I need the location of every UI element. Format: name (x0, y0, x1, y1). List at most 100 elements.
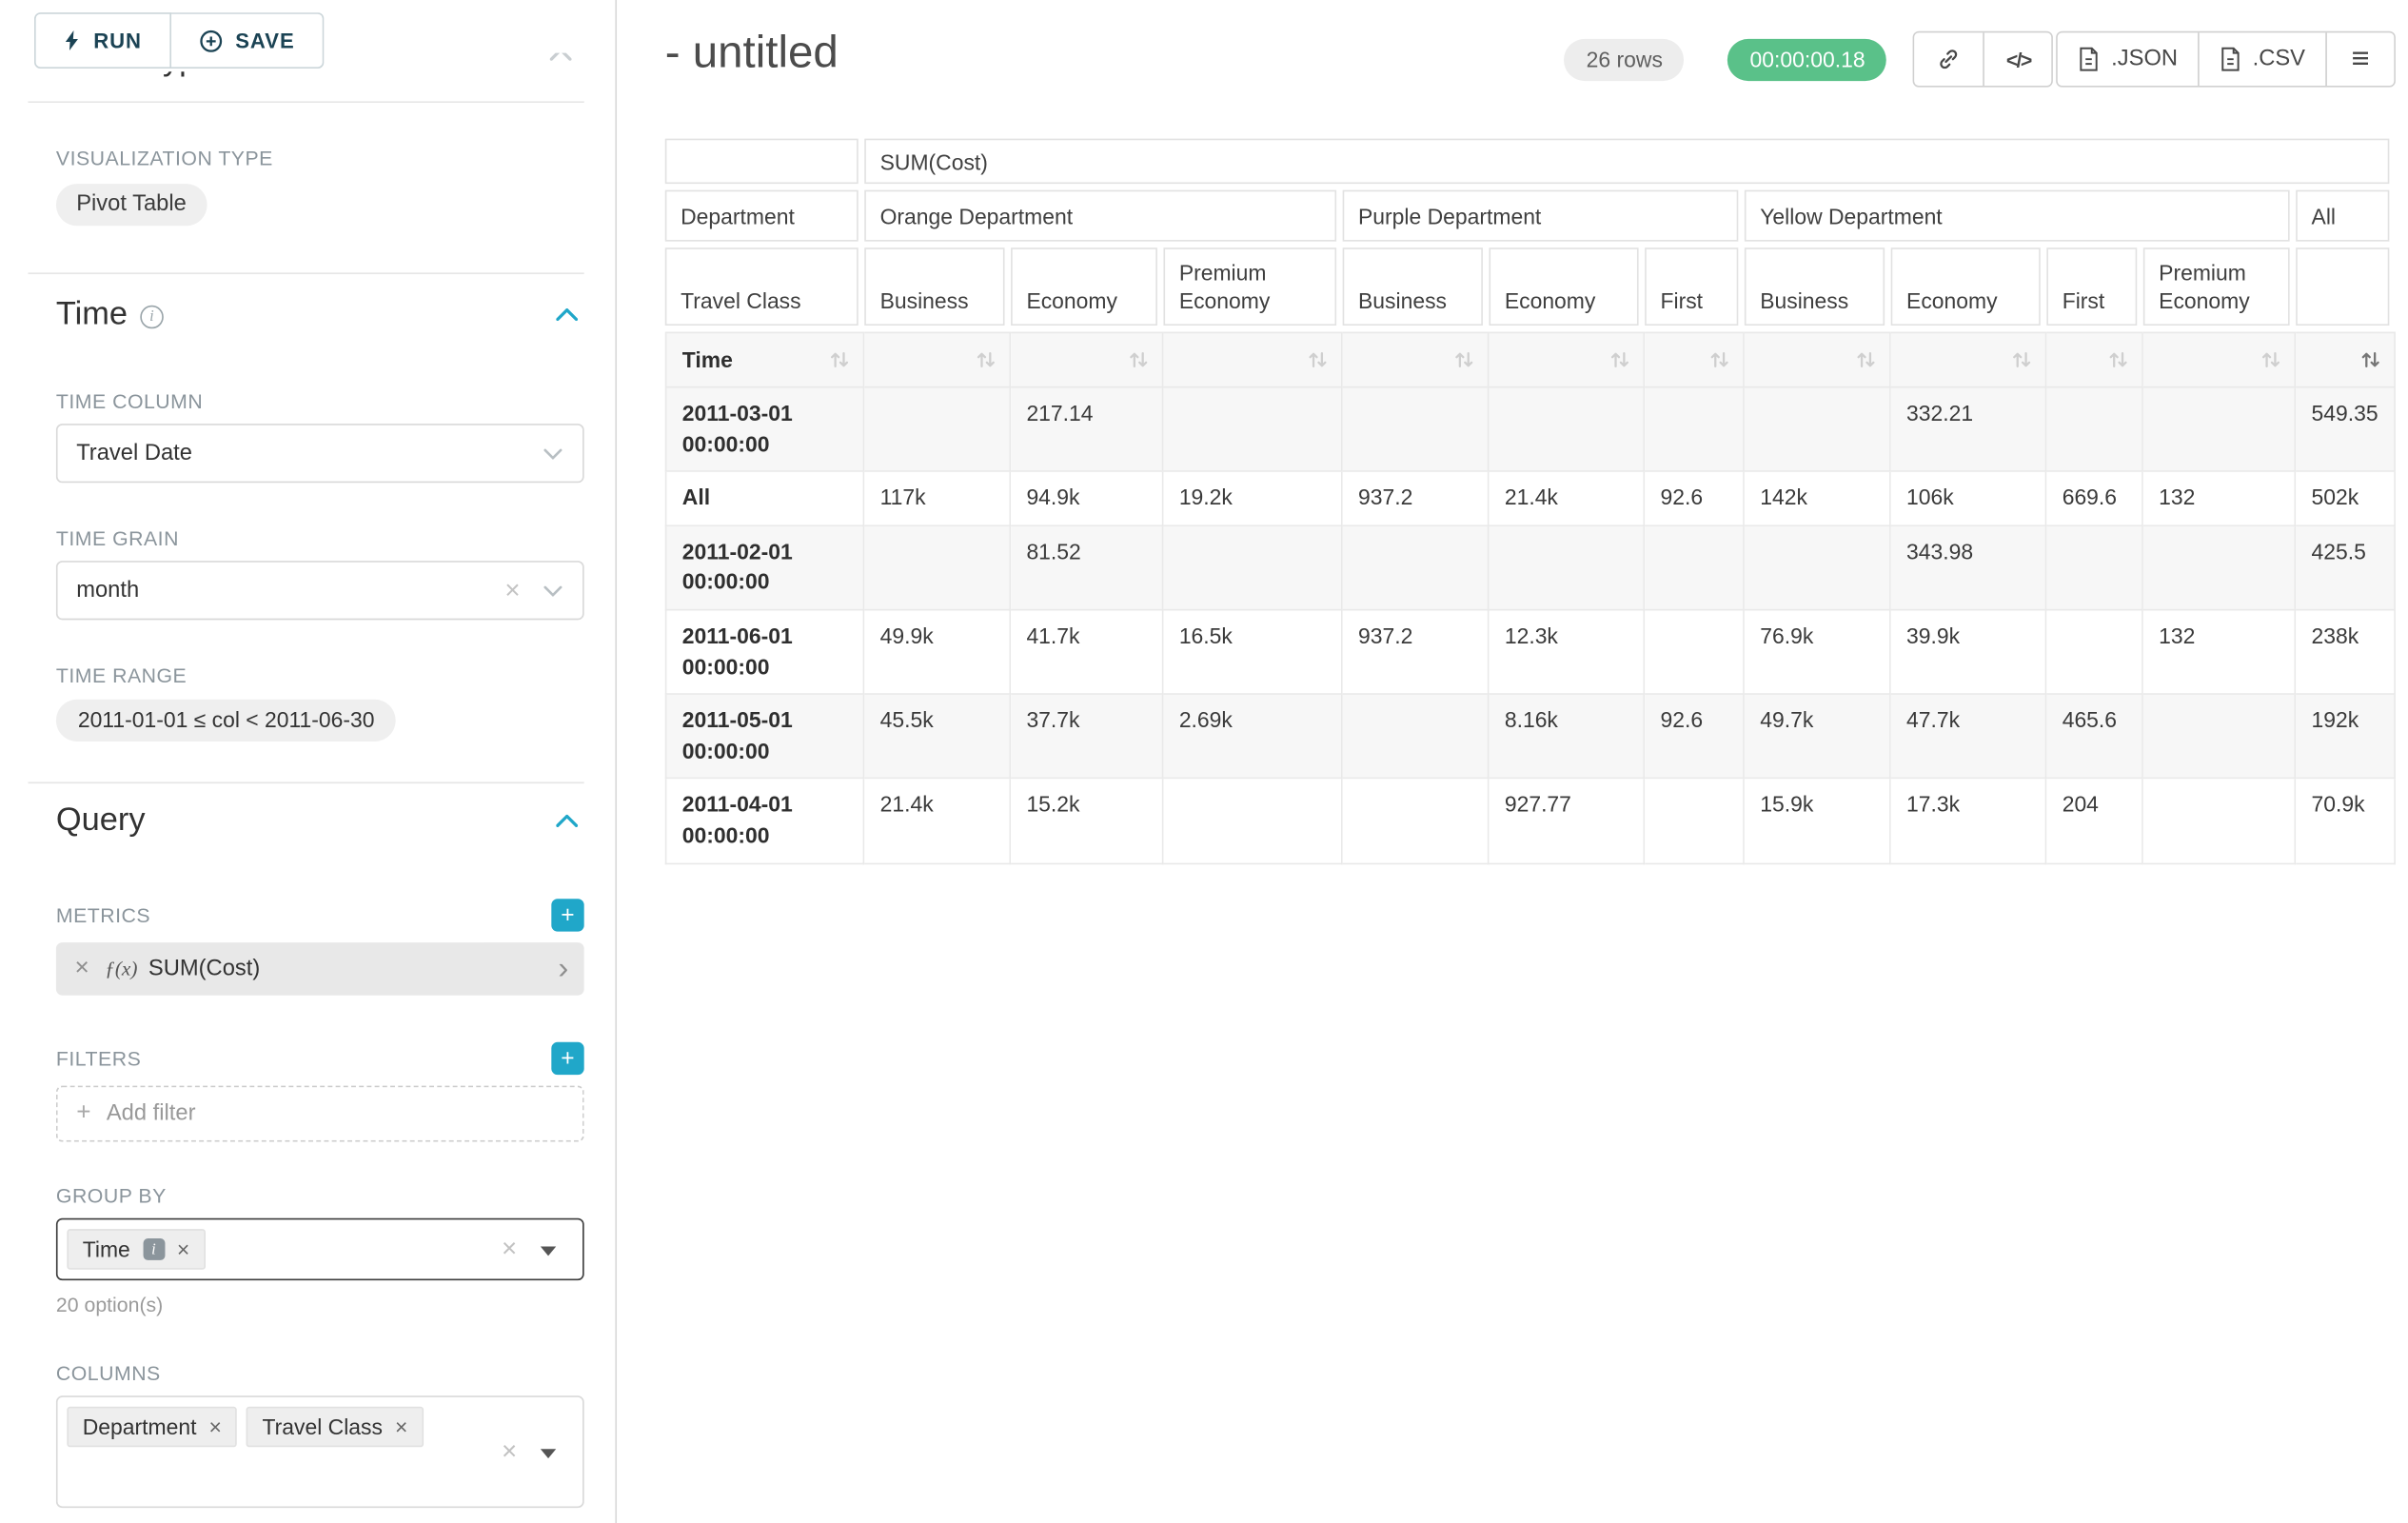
columns-tag-travel-class[interactable]: Travel Class × (247, 1407, 424, 1448)
export-json-button[interactable]: .JSON (2059, 32, 2199, 86)
pivot-sort-cell (2046, 332, 2142, 388)
pivot-row-label: 2011-03-01 00:00:00 (665, 387, 864, 472)
chart-panel: - untitled 26 rows 00:00:00.18 </> (617, 0, 2408, 1523)
chevron-down-icon (543, 441, 563, 465)
sort-icon[interactable] (975, 349, 997, 371)
tag-label: Department (83, 1414, 197, 1439)
export-csv-button[interactable]: .CSV (2198, 32, 2325, 86)
pivot-sort-cell (1489, 332, 1645, 388)
pivot-row-label: 2011-06-01 00:00:00 (665, 610, 864, 695)
pivot-cell: 192k (2296, 695, 2396, 780)
clear-icon[interactable]: × (504, 577, 520, 603)
pivot-cell: 19.2k (1163, 472, 1342, 526)
pivot-cell: 15.9k (1745, 780, 1891, 864)
chevron-down-icon (543, 578, 563, 603)
query-section-header: Query (56, 802, 584, 840)
pivot-col-dim-header: Travel Class (665, 247, 864, 331)
group-by-label: GROUP BY (56, 1184, 584, 1208)
visualization-type-value[interactable]: Pivot Table (56, 184, 207, 226)
divider (28, 101, 583, 103)
pivot-cell: 332.21 (1891, 387, 2047, 472)
pivot-cell: 37.7k (1011, 695, 1163, 780)
table-row: 2011-04-01 00:00:0021.4k15.2k927.7715.9k… (665, 780, 2396, 864)
metric-value: SUM(Cost) (148, 957, 260, 981)
remove-tag-icon[interactable]: × (177, 1236, 189, 1261)
caret-down-icon[interactable] (541, 1247, 556, 1256)
divider (28, 782, 583, 784)
sort-icon[interactable] (2260, 349, 2282, 371)
pivot-cell (2046, 387, 2142, 472)
pivot-cell: 70.9k (2296, 780, 2396, 864)
collapse-query-section-button[interactable] (550, 808, 584, 833)
time-range-value[interactable]: 2011-01-01 ≤ col < 2011-06-30 (56, 700, 397, 742)
chevron-right-icon[interactable]: › (558, 954, 568, 985)
pivot-sort-cell (864, 332, 1011, 388)
remove-tag-icon[interactable]: × (209, 1414, 222, 1439)
pivot-cell: 17.3k (1891, 780, 2047, 864)
pivot-cell (1343, 387, 1490, 472)
caret-down-icon[interactable] (541, 1449, 556, 1458)
sort-icon[interactable] (1128, 349, 1150, 371)
pivot-cell: 16.5k (1163, 610, 1342, 695)
table-row: Time (665, 332, 2396, 388)
pivot-row-dim-header: Department (665, 190, 864, 248)
pivot-col-header: First (2046, 247, 2142, 331)
add-filter-button[interactable]: + Add filter (56, 1086, 584, 1142)
clear-icon[interactable]: × (502, 1234, 517, 1265)
table-row: All117k94.9k19.2k937.221.4k92.6142k106k6… (665, 472, 2396, 526)
pivot-sort-cell (1343, 332, 1490, 388)
plus-circle-icon (200, 29, 224, 52)
pivot-col-header: Business (1343, 247, 1490, 331)
pivot-cell (2143, 526, 2296, 611)
sort-icon[interactable] (829, 349, 851, 371)
pivot-cell (1163, 387, 1342, 472)
pivot-sort-cell (1891, 332, 2047, 388)
time-section-title: Time (56, 296, 128, 333)
info-icon: i (140, 305, 164, 328)
time-range-label: TIME RANGE (56, 663, 584, 687)
metric-option[interactable]: × ƒ(x) SUM(Cost) › (56, 942, 584, 996)
copy-link-button[interactable] (1915, 32, 1984, 86)
pivot-col-header: Economy (1489, 247, 1645, 331)
bolt-icon (64, 30, 81, 51)
clear-icon[interactable]: × (502, 1436, 517, 1468)
pivot-cell: 937.2 (1343, 610, 1490, 695)
group-by-tag-time[interactable]: Time i × (67, 1229, 205, 1270)
group-by-select[interactable]: Time i × × (56, 1218, 584, 1280)
pivot-cell: 49.7k (1745, 695, 1891, 780)
pivot-sort-cell (1011, 332, 1163, 388)
add-filter-plus-button[interactable]: + (551, 1042, 583, 1075)
remove-tag-icon[interactable]: × (395, 1414, 407, 1439)
add-metric-button[interactable]: + (551, 899, 583, 931)
pivot-cell (1343, 526, 1490, 611)
collapse-time-section-button[interactable] (550, 302, 584, 326)
time-column-select[interactable]: Travel Date (56, 424, 584, 483)
remove-metric-icon[interactable]: × (75, 955, 89, 982)
columns-label: COLUMNS (56, 1361, 584, 1385)
sort-icon[interactable] (1453, 349, 1475, 371)
run-button[interactable]: RUN (34, 12, 171, 69)
more-options-button[interactable]: ≡ (2325, 32, 2394, 86)
sort-icon[interactable] (2359, 349, 2381, 371)
filters-label: FILTERS (56, 1047, 141, 1071)
columns-tag-department[interactable]: Department × (67, 1407, 237, 1448)
columns-select[interactable]: Department × Travel Class × × (56, 1395, 584, 1508)
sort-icon[interactable] (2107, 349, 2129, 371)
pivot-cell (1645, 610, 1745, 695)
sort-icon[interactable] (1855, 349, 1877, 371)
pivot-cell: 94.9k (1011, 472, 1163, 526)
time-grain-select[interactable]: month × (56, 561, 584, 620)
chevron-up-icon (556, 815, 578, 827)
tag-label: Travel Class (262, 1414, 382, 1439)
pivot-cell (1343, 780, 1490, 864)
file-export-icon (2220, 47, 2241, 71)
sort-icon[interactable] (1708, 349, 1730, 371)
pivot-group-header: All (2296, 190, 2396, 248)
sort-icon[interactable] (1609, 349, 1630, 371)
save-button[interactable]: SAVE (171, 12, 325, 69)
embed-code-button[interactable]: </> (1984, 32, 2052, 86)
sort-icon[interactable] (2011, 349, 2033, 371)
pivot-cell (1343, 695, 1490, 780)
sort-icon[interactable] (1307, 349, 1329, 371)
pivot-sort-cell (1745, 332, 1891, 388)
